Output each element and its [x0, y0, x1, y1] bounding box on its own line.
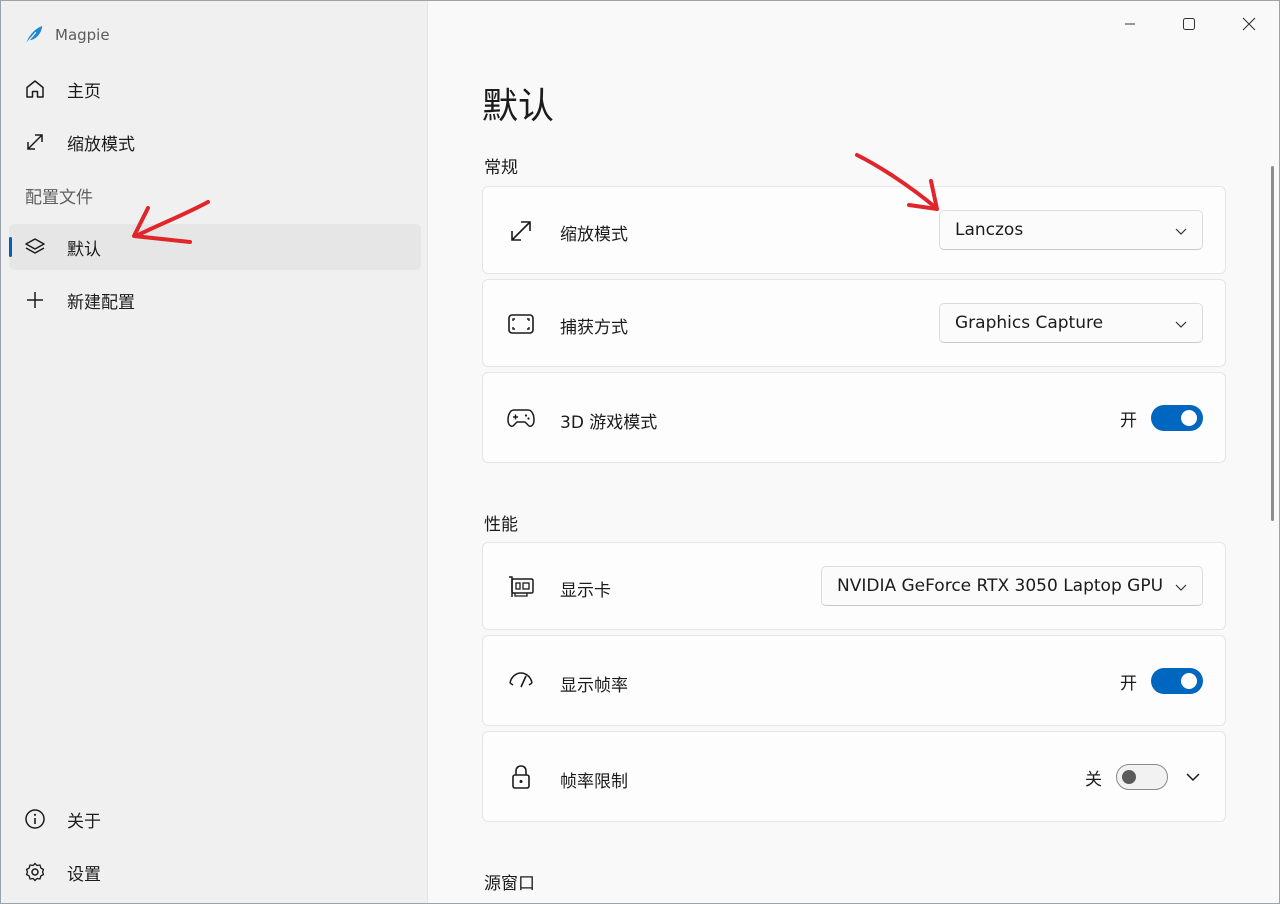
app-window: Magpie 主页 缩放模式 配置文件 默认 新建配置 关于 设置 默认 常规 … [0, 0, 1280, 904]
setting-label: 帧率限制 [560, 772, 628, 792]
game-mode-toggle[interactable] [1151, 405, 1203, 431]
minimize-button[interactable] [1107, 9, 1153, 39]
plus-icon [23, 288, 47, 312]
section-title-source-window: 源窗口 [484, 874, 535, 894]
sidebar-item-new-profile[interactable]: 新建配置 [9, 277, 421, 323]
sidebar-item-label: 新建配置 [67, 292, 135, 313]
dropdown-value: NVIDIA GeForce RTX 3050 Laptop GPU [837, 576, 1164, 596]
sidebar-item-scale-modes[interactable]: 缩放模式 [9, 119, 421, 165]
sidebar-item-label: 关于 [67, 811, 101, 832]
setting-card-scale-mode: 缩放模式 Lanczos [482, 186, 1226, 274]
chevron-down-icon [1175, 321, 1187, 328]
expand-icon [507, 217, 535, 245]
setting-label: 显示卡 [560, 581, 611, 601]
sidebar-item-about[interactable]: 关于 [9, 796, 421, 842]
app-title: Magpie [55, 26, 110, 44]
toggle-knob [1122, 770, 1136, 784]
show-fps-toggle[interactable] [1151, 668, 1203, 694]
sidebar-item-label: 缩放模式 [67, 134, 135, 155]
scale-mode-dropdown[interactable]: Lanczos [939, 210, 1203, 250]
sidebar-item-home[interactable]: 主页 [9, 66, 421, 112]
toggle-state-label: 关 [1085, 769, 1102, 790]
fps-limit-toggle[interactable] [1116, 764, 1168, 790]
sidebar: Magpie 主页 缩放模式 配置文件 默认 新建配置 关于 设置 [1, 1, 427, 903]
scrollbar[interactable] [1271, 166, 1274, 521]
setting-label: 显示帧率 [560, 676, 628, 696]
section-title-performance: 性能 [484, 515, 518, 535]
game-mode-toggle-group: 开 [1120, 405, 1203, 431]
setting-card-show-fps: 显示帧率 开 [482, 635, 1226, 726]
sidebar-item-label: 默认 [67, 239, 101, 260]
setting-label: 捕获方式 [560, 318, 628, 338]
setting-card-capture-method: 捕获方式 Graphics Capture [482, 279, 1226, 367]
page-title: 默认 [482, 86, 555, 127]
toggle-knob [1181, 673, 1197, 689]
magpie-logo-icon [25, 25, 43, 45]
sidebar-item-settings[interactable]: 设置 [9, 849, 421, 895]
sidebar-item-label: 设置 [67, 864, 101, 885]
gpu-dropdown[interactable]: NVIDIA GeForce RTX 3050 Laptop GPU [821, 566, 1203, 606]
dropdown-value: Lanczos [955, 220, 1024, 240]
lock-icon [507, 763, 535, 791]
gamepad-icon [507, 404, 535, 432]
home-icon [23, 77, 47, 101]
setting-card-3d-game-mode: 3D 游戏模式 开 [482, 372, 1226, 463]
dropdown-value: Graphics Capture [955, 313, 1104, 333]
toggle-knob [1181, 410, 1197, 426]
sidebar-item-label: 主页 [67, 81, 101, 102]
graphics-card-icon [507, 573, 535, 601]
selection-indicator [9, 237, 12, 257]
expand-icon [23, 130, 47, 154]
close-button[interactable] [1226, 9, 1272, 39]
setting-label: 缩放模式 [560, 225, 628, 245]
chevron-down-icon [1175, 584, 1187, 591]
sidebar-item-default-profile[interactable]: 默认 [9, 224, 421, 270]
maximize-icon [1183, 18, 1195, 30]
setting-card-fps-limit: 帧率限制 关 [482, 731, 1226, 822]
app-title-bar: Magpie [23, 23, 110, 47]
fps-limit-toggle-group: 关 [1085, 764, 1168, 790]
info-icon [23, 807, 47, 831]
profiles-section-header: 配置文件 [25, 188, 93, 208]
toggle-state-label: 开 [1120, 410, 1137, 431]
speedometer-icon [507, 667, 535, 695]
setting-label: 3D 游戏模式 [560, 413, 658, 433]
minimize-icon [1125, 23, 1135, 25]
chevron-down-icon [1175, 228, 1187, 235]
layers-icon [23, 235, 47, 259]
toggle-state-label: 开 [1120, 673, 1137, 694]
maximize-button[interactable] [1166, 9, 1212, 39]
gear-icon [23, 860, 47, 884]
show-fps-toggle-group: 开 [1120, 668, 1203, 694]
setting-card-gpu: 显示卡 NVIDIA GeForce RTX 3050 Laptop GPU [482, 542, 1226, 630]
capture-method-dropdown[interactable]: Graphics Capture [939, 303, 1203, 343]
capture-frame-icon [507, 310, 535, 338]
section-title-general: 常规 [484, 158, 518, 178]
main-content: 默认 常规 缩放模式 Lanczos 捕获方式 Graphics Capture [427, 1, 1279, 903]
close-icon [1242, 17, 1256, 31]
chevron-down-icon[interactable] [1185, 769, 1201, 785]
